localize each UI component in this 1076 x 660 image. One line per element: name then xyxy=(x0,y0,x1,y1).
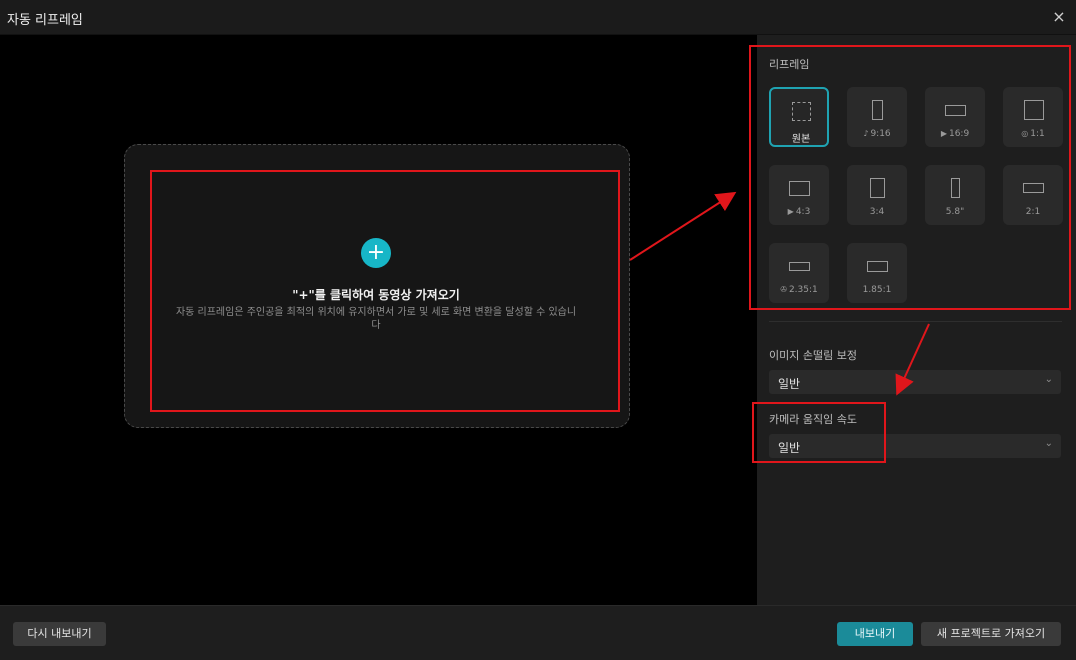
chevron-down-icon: ⌄ xyxy=(1044,374,1053,385)
stabilization-value: 일반 xyxy=(778,377,801,391)
export-button[interactable]: 내보내기 xyxy=(837,622,913,646)
chevron-down-icon: ⌄ xyxy=(1044,438,1053,449)
import-plus-button[interactable]: + xyxy=(361,238,391,268)
annotation-box-reframe xyxy=(749,45,1071,310)
annotation-box-camera-speed xyxy=(752,402,886,463)
footer-bar xyxy=(0,605,1076,660)
window-title: 자동 리프레임 xyxy=(7,13,83,28)
stabilization-label: 이미지 손떨림 보정 xyxy=(769,349,857,362)
re-export-button[interactable]: 다시 내보내기 xyxy=(13,622,106,646)
import-description: 자동 리프레임은 주인공을 최적의 위치에 유지하면서 가로 및 세로 화면 변… xyxy=(175,307,577,331)
title-bar: 자동 리프레임 × xyxy=(0,0,1076,35)
close-icon[interactable]: × xyxy=(1050,8,1068,26)
stabilization-select[interactable]: 일반 ⌄ xyxy=(769,370,1061,394)
import-title: "+"를 클릭하여 동영상 가져오기 xyxy=(292,288,460,302)
panel-divider xyxy=(769,321,1062,322)
import-new-project-button[interactable]: 새 프로젝트로 가져오기 xyxy=(921,622,1061,646)
